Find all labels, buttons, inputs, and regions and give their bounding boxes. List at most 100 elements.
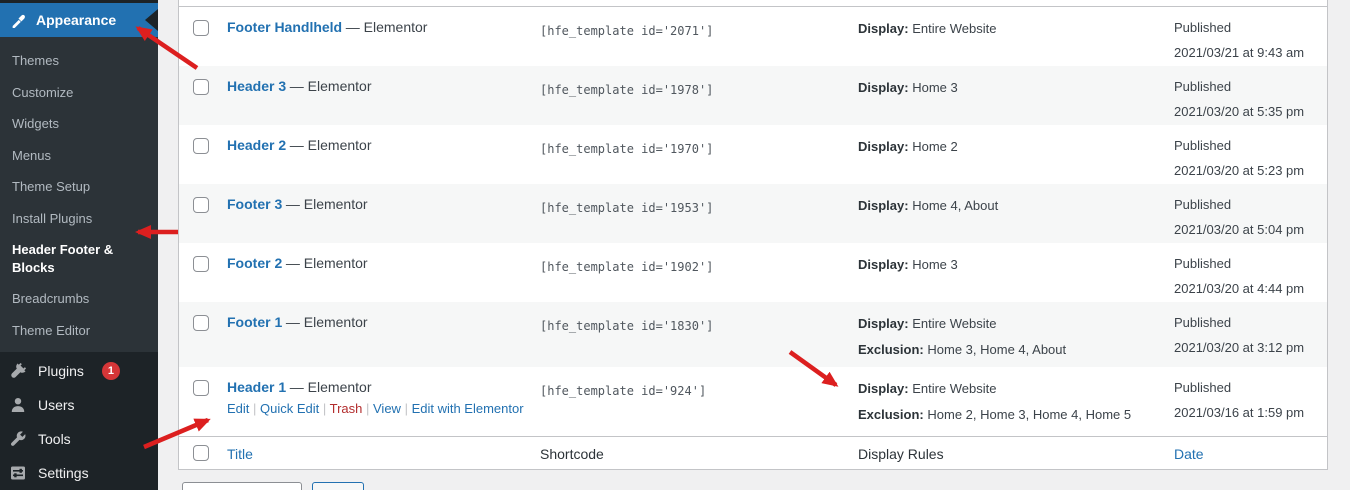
display-value: Home 4, About bbox=[912, 198, 998, 213]
template-title-link[interactable]: Footer 3 bbox=[227, 196, 282, 212]
column-header-date[interactable]: Date bbox=[1174, 446, 1204, 462]
template-title-link[interactable]: Footer 1 bbox=[227, 314, 282, 330]
sidebar-subitem-customize[interactable]: Customize bbox=[0, 77, 158, 109]
table-row: Footer 1 — Elementor[hfe_template id='18… bbox=[179, 302, 1327, 367]
sidebar-subitem-menus[interactable]: Menus bbox=[0, 140, 158, 172]
publish-status: Published bbox=[1174, 75, 1327, 100]
sidebar-subitem-theme-setup[interactable]: Theme Setup bbox=[0, 171, 158, 203]
publish-status: Published bbox=[1174, 134, 1327, 159]
table-row: Header 3 — Elementor[hfe_template id='19… bbox=[179, 66, 1327, 125]
exclusion-label: Exclusion: bbox=[858, 407, 924, 422]
row-checkbox[interactable] bbox=[193, 138, 209, 154]
appearance-submenu: ThemesCustomizeWidgetsMenusTheme SetupIn… bbox=[0, 37, 158, 352]
display-label: Display: bbox=[858, 198, 909, 213]
sidebar-item-label: Appearance bbox=[36, 12, 116, 28]
paintbrush-icon bbox=[9, 11, 27, 29]
sidebar-subitem-header-footer-blocks[interactable]: Header Footer & Blocks bbox=[0, 234, 158, 283]
publish-date: 2021/03/20 at 5:04 pm bbox=[1174, 218, 1327, 243]
sidebar-item-appearance[interactable]: Appearance bbox=[0, 3, 158, 37]
apply-button[interactable] bbox=[312, 482, 364, 490]
row-actions: Edit | Quick Edit | Trash | View | Edit … bbox=[227, 401, 540, 416]
sidebar-item-users[interactable]: Users bbox=[0, 388, 158, 422]
select-all-checkbox[interactable] bbox=[193, 445, 209, 461]
row-checkbox[interactable] bbox=[193, 197, 209, 213]
publish-status: Published bbox=[1174, 252, 1327, 277]
display-label: Display: bbox=[858, 80, 909, 95]
bulk-actions-select[interactable] bbox=[182, 482, 302, 490]
wrench-icon bbox=[9, 430, 27, 448]
row-action-view[interactable]: View bbox=[373, 401, 401, 416]
table-row: Footer 3 — Elementor [hfe_template id='19… bbox=[179, 184, 1327, 243]
row-checkbox[interactable] bbox=[193, 79, 209, 95]
elementor-suffix: — Elementor bbox=[286, 255, 368, 271]
display-value: Home 3 bbox=[912, 80, 958, 95]
row-action-trash[interactable]: Trash bbox=[330, 401, 363, 416]
display-label: Display: bbox=[858, 21, 909, 36]
publish-date: 2021/03/20 at 4:44 pm bbox=[1174, 277, 1327, 302]
sidebar-subitem-themes[interactable]: Themes bbox=[0, 45, 158, 77]
display-label: Display: bbox=[858, 257, 909, 272]
sidebar-item-settings[interactable]: Settings bbox=[0, 456, 158, 490]
row-action-quick-edit[interactable]: Quick Edit bbox=[260, 401, 319, 416]
exclusion-value: Home 3, Home 4, About bbox=[927, 342, 1066, 357]
publish-date: 2021/03/16 at 1:59 pm bbox=[1174, 401, 1327, 426]
publish-status: Published bbox=[1174, 376, 1327, 401]
column-header-title[interactable]: Title bbox=[227, 446, 253, 462]
admin-sidebar: Appearance ThemesCustomizeWidgetsMenusTh… bbox=[0, 0, 158, 490]
row-action-edit[interactable]: Edit bbox=[227, 401, 249, 416]
display-rule: Display: Entire Website bbox=[858, 315, 1174, 334]
table-body: Footer Handlheld — Elementor [hfe_templat… bbox=[179, 7, 1327, 436]
template-title-link[interactable]: Header 3 bbox=[227, 78, 286, 94]
publish-status: Published bbox=[1174, 193, 1327, 218]
sidebar-item-tools[interactable]: Tools bbox=[0, 422, 158, 456]
action-separator: | bbox=[362, 401, 373, 416]
row-checkbox[interactable] bbox=[193, 20, 209, 36]
publish-date: 2021/03/21 at 9:43 am bbox=[1174, 41, 1327, 66]
admin-menu: Plugins1UsersToolsSettingsMMC4WP bbox=[0, 354, 158, 490]
row-checkbox[interactable] bbox=[193, 380, 209, 396]
templates-list-table: Footer Handlheld — Elementor [hfe_templat… bbox=[178, 0, 1328, 470]
row-checkbox[interactable] bbox=[193, 256, 209, 272]
row-checkbox[interactable] bbox=[193, 315, 209, 331]
table-footer-header-row: Title Shortcode Display Rules Date bbox=[179, 436, 1327, 469]
template-title-link[interactable]: Header 1 bbox=[227, 379, 286, 395]
shortcode-text: [hfe_template id='1970'] bbox=[540, 142, 713, 156]
exclusion-value: Home 2, Home 3, Home 4, Home 5 bbox=[927, 407, 1131, 422]
table-row: Footer 2 — Elementor[hfe_template id='19… bbox=[179, 243, 1327, 302]
display-value: Home 3 bbox=[912, 257, 958, 272]
exclusion-rule: Exclusion: Home 3, Home 4, About bbox=[858, 341, 1174, 360]
display-value: Entire Website bbox=[912, 21, 996, 36]
display-value: Entire Website bbox=[912, 316, 996, 331]
sidebar-subitem-breadcrumbs[interactable]: Breadcrumbs bbox=[0, 283, 158, 315]
elementor-suffix: — Elementor bbox=[346, 19, 428, 35]
sidebar-item-label: Users bbox=[38, 397, 75, 413]
exclusion-label: Exclusion: bbox=[858, 342, 924, 357]
sidebar-subitem-widgets[interactable]: Widgets bbox=[0, 108, 158, 140]
row-action-edit-with-elementor[interactable]: Edit with Elementor bbox=[412, 401, 524, 416]
user-icon bbox=[9, 396, 27, 414]
shortcode-text: [hfe_template id='2071'] bbox=[540, 24, 713, 38]
template-title-link[interactable]: Header 2 bbox=[227, 137, 286, 153]
sidebar-item-plugins[interactable]: Plugins1 bbox=[0, 354, 158, 388]
display-label: Display: bbox=[858, 316, 909, 331]
sidebar-subitem-theme-editor[interactable]: Theme Editor bbox=[0, 315, 158, 347]
column-header-display-rules: Display Rules bbox=[858, 446, 944, 462]
elementor-suffix: — Elementor bbox=[290, 137, 372, 153]
elementor-suffix: — Elementor bbox=[286, 314, 368, 330]
elementor-suffix: — Elementor bbox=[286, 196, 368, 212]
exclusion-rule: Exclusion: Home 2, Home 3, Home 4, Home … bbox=[858, 406, 1174, 425]
template-title-link[interactable]: Footer Handlheld bbox=[227, 19, 342, 35]
template-title-link[interactable]: Footer 2 bbox=[227, 255, 282, 271]
display-value: Home 2 bbox=[912, 139, 958, 154]
display-rule: Display: Home 4, About bbox=[858, 197, 1174, 216]
elementor-suffix: — Elementor bbox=[290, 78, 372, 94]
publish-date: 2021/03/20 at 3:12 pm bbox=[1174, 336, 1327, 361]
sidebar-item-label: Settings bbox=[38, 465, 89, 481]
publish-date: 2021/03/20 at 5:35 pm bbox=[1174, 100, 1327, 125]
plug-icon bbox=[9, 362, 27, 380]
update-count-badge: 1 bbox=[102, 362, 120, 380]
shortcode-text: [hfe_template id='1953'] bbox=[540, 201, 713, 215]
display-label: Display: bbox=[858, 139, 909, 154]
table-top-edge bbox=[179, 0, 1327, 7]
sidebar-subitem-install-plugins[interactable]: Install Plugins bbox=[0, 203, 158, 235]
